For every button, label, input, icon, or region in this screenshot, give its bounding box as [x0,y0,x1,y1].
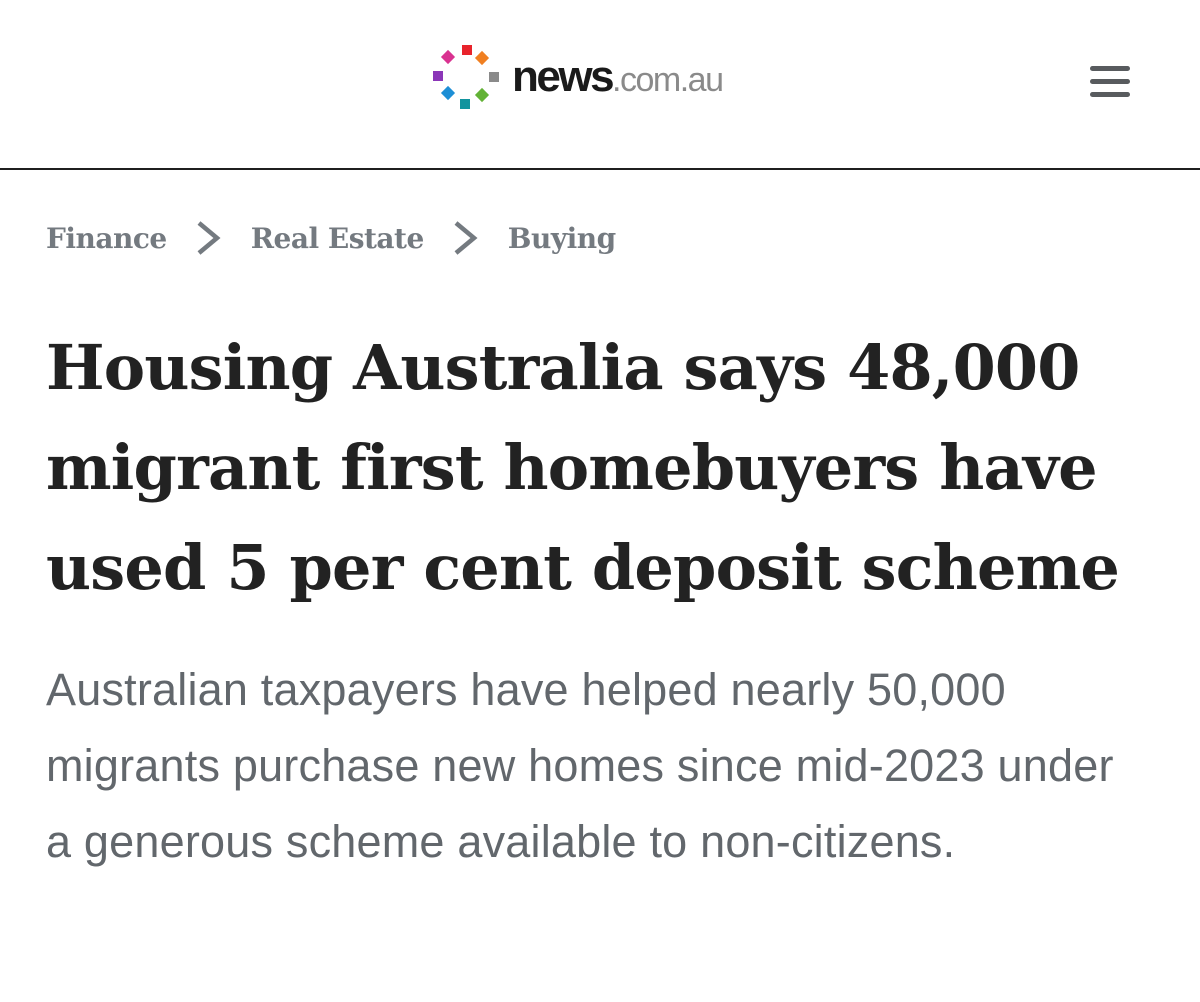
chevron-right-icon [450,218,480,258]
breadcrumb: Finance Real Estate Buying [46,212,616,264]
logo-mark-icon [433,45,499,109]
article-standfirst: Australian taxpayers have helped nearly … [46,664,1114,867]
site-logo[interactable]: news.com.au [432,44,724,114]
site-header: news.com.au [0,0,1200,170]
breadcrumb-item-real-estate[interactable]: Real Estate [251,222,425,255]
logo-domain: .com.au [612,61,724,99]
chevron-right-icon [193,218,223,258]
menu-button[interactable] [1086,62,1134,102]
logo-brand: news [512,52,615,101]
hamburger-menu-icon [1090,66,1130,97]
breadcrumb-item-buying[interactable]: Buying [508,222,616,255]
article-headline: Housing Australia says 48,000 migrant fi… [46,331,1120,604]
breadcrumb-item-finance[interactable]: Finance [46,222,167,255]
logo-wordmark: news.com.au [512,52,724,101]
